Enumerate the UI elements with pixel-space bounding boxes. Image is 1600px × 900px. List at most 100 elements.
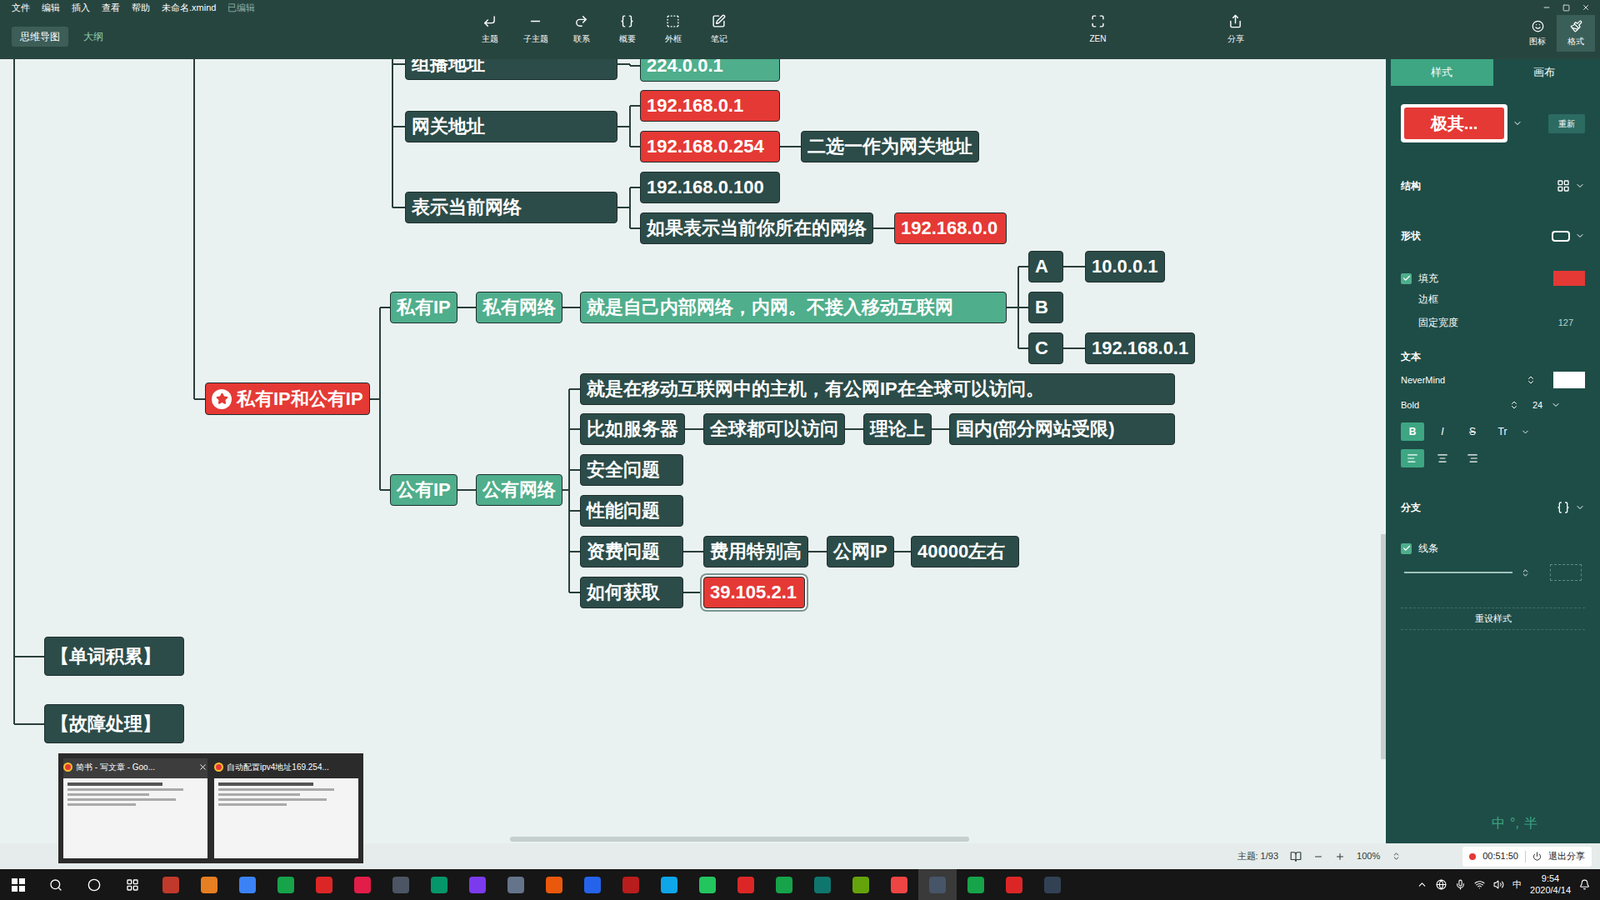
app-icon[interactable] — [354, 876, 371, 894]
preview-window[interactable]: 自动配置ipv4地址169.254... — [214, 758, 359, 859]
cortana-icon[interactable] — [87, 878, 101, 892]
align-button[interactable] — [1400, 449, 1425, 468]
app-icon[interactable] — [699, 876, 716, 894]
dropdown-icon[interactable] — [1575, 502, 1585, 513]
panel-toggle[interactable]: 图标 — [1518, 15, 1557, 52]
topic-node[interactable]: 192.168.0.1 — [1085, 332, 1195, 365]
app-icon[interactable] — [584, 876, 601, 894]
view-tab[interactable]: 思维导图 — [11, 26, 69, 47]
mic-icon[interactable] — [1455, 879, 1466, 890]
preview-window[interactable]: 简书 - 写文章 - Goo... — [63, 758, 208, 859]
zoom-in-icon[interactable] — [1335, 851, 1345, 862]
zoom-stepper-icon[interactable] — [1391, 851, 1401, 861]
zoom-out-icon[interactable] — [1313, 851, 1324, 862]
fill-swatch[interactable] — [1553, 270, 1585, 286]
stop-share-button[interactable]: 退出分享 — [1548, 849, 1585, 864]
topic-node[interactable]: 就是自己内部网络，内网。不接入移动互联网 — [580, 291, 1007, 324]
minimize-icon[interactable] — [1542, 3, 1551, 12]
shape-icon[interactable] — [1551, 230, 1570, 242]
toolbar-button[interactable]: 外框 — [650, 0, 696, 60]
topic-node[interactable]: 公有网络 — [475, 474, 563, 506]
topic-node[interactable]: 理论上 — [863, 413, 932, 445]
line-color-swatch[interactable] — [1550, 564, 1582, 581]
horizontal-scrollbar[interactable] — [510, 836, 970, 842]
central-topic[interactable]: 私有IP和公有IP — [205, 382, 370, 415]
align-button[interactable] — [1430, 449, 1455, 468]
app-icon[interactable] — [852, 876, 870, 894]
topic-node[interactable]: 224.0.0.1 — [640, 59, 780, 82]
volume-icon[interactable] — [1493, 879, 1505, 890]
topic-node[interactable]: 二选一作为网关地址 — [800, 130, 980, 163]
search-icon[interactable] — [49, 878, 63, 892]
toolbar-button[interactable]: 分享 — [1212, 0, 1259, 60]
format-button[interactable]: I — [1430, 422, 1455, 441]
toolbar-button[interactable]: 联系 — [558, 0, 605, 60]
ime-item[interactable]: °, — [1510, 813, 1520, 834]
format-button[interactable]: B — [1400, 422, 1425, 441]
close-icon[interactable] — [1581, 3, 1590, 12]
topic-node[interactable]: 比如服务器 — [580, 413, 685, 445]
preset-button[interactable]: 重新 — [1548, 114, 1585, 134]
toolbar-button[interactable]: 主题 — [466, 0, 513, 60]
mindmap-canvas[interactable]: 组播地址224.0.0.1网关地址192.168.0.1192.168.0.25… — [0, 59, 1386, 844]
dropdown-icon[interactable] — [1520, 427, 1530, 437]
app-icon[interactable] — [660, 876, 678, 894]
task-view-icon[interactable] — [125, 878, 140, 892]
branch-icon[interactable] — [1556, 500, 1570, 515]
app-icon[interactable] — [737, 876, 755, 894]
structure-icon[interactable] — [1556, 179, 1570, 193]
reset-style-button[interactable]: 重设样式 — [1400, 607, 1585, 630]
topic-node[interactable]: 国内(部分网站受限) — [949, 413, 1175, 445]
font-stepper-icon[interactable] — [1525, 375, 1536, 385]
panel-tab[interactable]: 画布 — [1493, 59, 1596, 86]
app-icon[interactable] — [392, 876, 410, 894]
toolbar-button[interactable]: 笔记 — [695, 0, 742, 60]
text-color-swatch[interactable] — [1553, 371, 1585, 389]
topic-node[interactable]: 公网IP — [826, 535, 895, 568]
topic-node[interactable]: 192.168.0.254 — [640, 130, 780, 163]
topic-node[interactable]: 【故障处理】 — [44, 704, 185, 744]
app-icon[interactable] — [775, 876, 793, 894]
app-icon[interactable] — [430, 876, 448, 894]
style-preset[interactable]: 极其... — [1400, 104, 1508, 143]
topic-node[interactable]: 【单词积累】 — [44, 636, 185, 676]
format-button[interactable]: Tr — [1490, 422, 1515, 441]
dropdown-icon[interactable] — [1575, 230, 1585, 241]
toolbar-button[interactable]: 子主题 — [512, 0, 559, 60]
tray-icon[interactable] — [1435, 879, 1447, 890]
panel-tab[interactable]: 样式 — [1390, 59, 1494, 86]
topic-node[interactable]: A — [1028, 250, 1064, 283]
app-icon[interactable] — [162, 876, 180, 894]
menu-item[interactable]: 编辑 — [41, 0, 60, 15]
size-dropdown-icon[interactable] — [1550, 400, 1561, 410]
topic-node[interactable]: 全球都可以访问 — [703, 413, 845, 445]
topic-node[interactable]: 10.0.0.1 — [1085, 250, 1165, 283]
app-icon[interactable] — [315, 876, 333, 894]
vertical-scrollbar[interactable] — [1380, 534, 1386, 760]
topic-node[interactable]: C — [1028, 332, 1064, 365]
topic-node[interactable]: 费用特别高 — [703, 535, 809, 568]
app-icon[interactable] — [622, 876, 640, 894]
align-button[interactable] — [1460, 449, 1485, 468]
app-icon[interactable] — [967, 876, 985, 894]
close-preview-icon[interactable] — [198, 762, 208, 772]
app-icon[interactable] — [890, 876, 908, 894]
topic-node[interactable]: 性能问题 — [580, 495, 684, 527]
topic-node[interactable]: 40000左右 — [910, 535, 1020, 568]
notification-icon[interactable] — [1579, 879, 1590, 890]
ime-item[interactable]: 中 — [1491, 813, 1505, 834]
topic-node[interactable]: 39.105.2.1 — [703, 576, 805, 609]
weight-stepper-icon[interactable] — [1509, 400, 1520, 410]
line-checkbox[interactable] — [1400, 543, 1412, 555]
ime-item[interactable]: 半 — [1524, 813, 1538, 834]
topic-node[interactable]: 公有IP — [390, 474, 458, 506]
topic-node[interactable]: 资费问题 — [580, 535, 684, 568]
app-icon[interactable] — [545, 876, 563, 894]
view-tab[interactable]: 大纲 — [75, 26, 112, 47]
menu-item[interactable]: 插入 — [71, 0, 90, 15]
tray-expand-icon[interactable] — [1416, 879, 1428, 890]
toolbar-button[interactable]: 概要 — [604, 0, 650, 60]
format-button[interactable]: S — [1460, 422, 1485, 441]
stepper-icon[interactable] — [1520, 568, 1530, 578]
app-icon[interactable] — [1005, 876, 1023, 894]
